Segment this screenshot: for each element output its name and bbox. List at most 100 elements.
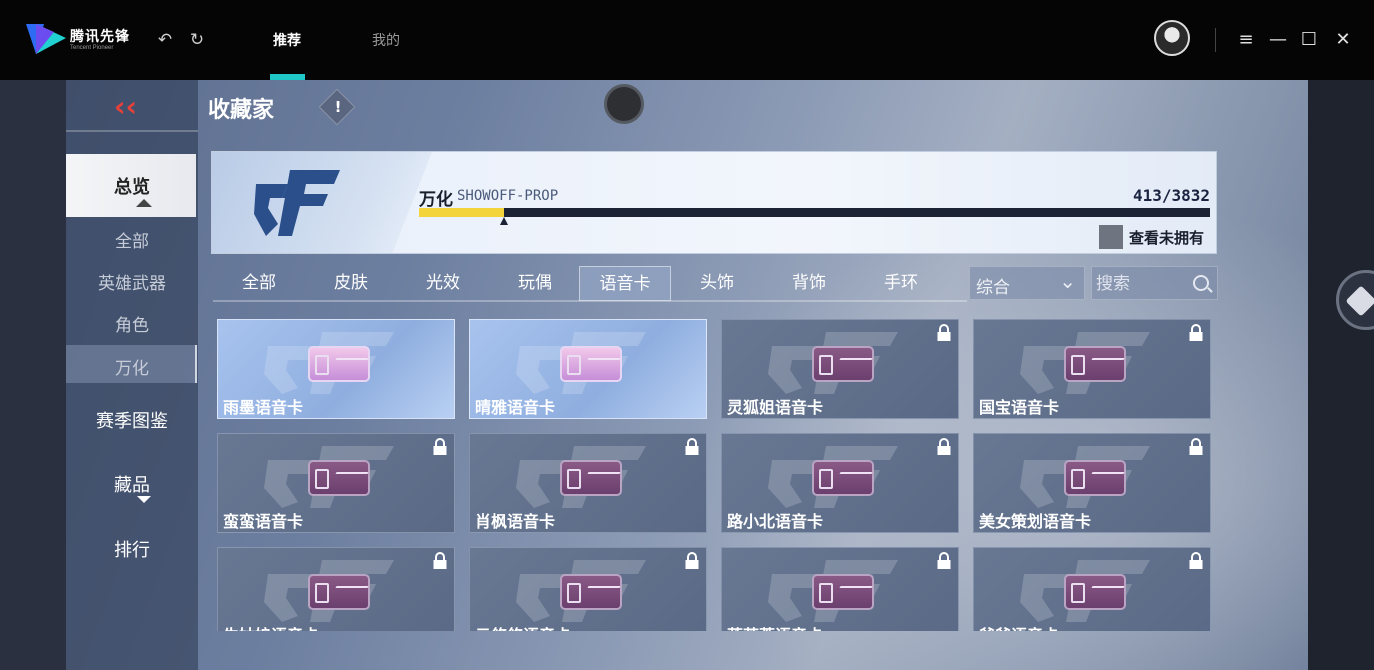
voice-card[interactable]: 蛮蛮语音卡 bbox=[217, 433, 455, 533]
tab-mine[interactable]: 我的 bbox=[372, 30, 400, 50]
voice-card-name: 灵狐姐语音卡 bbox=[727, 398, 824, 417]
voice-card-name: 落芙蓉语音卡 bbox=[727, 622, 823, 631]
sidebar-item-all[interactable]: 全部 bbox=[66, 227, 198, 252]
tab-recommend[interactable]: 推荐 bbox=[273, 30, 301, 50]
filter-voice-cards[interactable]: 语音卡 bbox=[579, 266, 671, 301]
collection-count: 413/3832 bbox=[1132, 186, 1210, 205]
voice-card-icon bbox=[1064, 574, 1126, 610]
voice-card[interactable]: 落芙蓉语音卡 bbox=[721, 547, 959, 631]
progress-fill bbox=[419, 208, 505, 217]
banner-category-name: 万化 bbox=[419, 190, 453, 210]
back-icon[interactable]: ↶ bbox=[153, 28, 177, 52]
voice-card-name: 肖枫语音卡 bbox=[475, 512, 556, 531]
voice-card-name: 晴雅语音卡 bbox=[475, 398, 556, 417]
voice-card[interactable]: 牛姑娘语音卡 bbox=[217, 547, 455, 631]
refresh-icon[interactable]: ↻ bbox=[185, 28, 209, 52]
show-unowned-checkbox[interactable] bbox=[1099, 225, 1123, 249]
lock-icon bbox=[685, 552, 699, 569]
sidebar-item-hero-weapons[interactable]: 英雄武器 bbox=[66, 269, 198, 294]
voice-card-icon bbox=[560, 346, 622, 382]
sidebar-item-overview[interactable]: 总览 bbox=[66, 173, 198, 199]
info-mark: ! bbox=[334, 98, 342, 116]
sort-label: 综合 bbox=[976, 278, 1010, 298]
filter-dolls[interactable]: 玩偶 bbox=[489, 266, 581, 301]
brand-sub: Tencent Pioneer bbox=[70, 45, 114, 51]
show-unowned-label[interactable]: 查看未拥有 bbox=[1129, 227, 1204, 248]
lock-icon bbox=[1189, 438, 1203, 455]
voice-card-icon bbox=[308, 346, 370, 382]
voice-card-icon bbox=[812, 460, 874, 496]
voice-card[interactable]: 晴雅语音卡 bbox=[469, 319, 707, 419]
filter-headwear[interactable]: 头饰 bbox=[671, 266, 763, 301]
voice-card-icon bbox=[812, 346, 874, 382]
progress-marker bbox=[500, 217, 509, 225]
sidebar-divider bbox=[66, 130, 198, 132]
voice-card-icon bbox=[308, 574, 370, 610]
voice-card-icon bbox=[560, 460, 622, 496]
maximize-icon[interactable]: ☐ bbox=[1297, 28, 1321, 52]
brand-name: 腾讯先锋 bbox=[70, 29, 130, 45]
voice-card[interactable]: 云悠悠语音卡 bbox=[469, 547, 707, 631]
sidebar-item-season-gallery[interactable]: 赛季图鉴 bbox=[66, 407, 198, 433]
filter-effects[interactable]: 光效 bbox=[397, 266, 489, 301]
sidebar-item-ranking[interactable]: 排行 bbox=[66, 536, 198, 562]
voice-card[interactable]: 雨墨语音卡 bbox=[217, 319, 455, 419]
close-icon[interactable]: ✕ bbox=[1331, 28, 1355, 52]
user-avatar[interactable] bbox=[1154, 20, 1190, 56]
menu-icon[interactable]: ≡ bbox=[1234, 28, 1258, 52]
divider bbox=[1215, 28, 1216, 52]
chevron-down-icon: ⌄ bbox=[1059, 269, 1076, 293]
letterbox-right bbox=[1308, 80, 1374, 670]
voice-card[interactable]: 美女策划语音卡 bbox=[973, 433, 1211, 533]
lock-icon bbox=[433, 438, 447, 455]
sort-dropdown[interactable]: 综合 ⌄ bbox=[969, 266, 1085, 300]
search-input[interactable] bbox=[1096, 271, 1188, 297]
lock-icon bbox=[937, 552, 951, 569]
game-back-icon[interactable]: ‹‹ bbox=[114, 92, 148, 122]
tencent-pioneer-logo bbox=[26, 24, 66, 54]
voice-card-icon bbox=[1064, 346, 1126, 382]
filter-backwear[interactable]: 背饰 bbox=[763, 266, 855, 301]
voice-card-name: 路小北语音卡 bbox=[727, 512, 824, 531]
filter-bracelets[interactable]: 手环 bbox=[855, 266, 947, 301]
filter-all[interactable]: 全部 bbox=[213, 266, 305, 301]
voice-card-name: 爷爷语音卡 bbox=[979, 622, 1059, 631]
voice-card-name: 国宝语音卡 bbox=[979, 398, 1060, 417]
letterbox-left bbox=[0, 80, 66, 670]
search-box bbox=[1091, 266, 1218, 300]
voice-card[interactable]: 肖枫语音卡 bbox=[469, 433, 707, 533]
lock-icon bbox=[433, 552, 447, 569]
voice-card-name: 云悠悠语音卡 bbox=[475, 622, 571, 631]
voice-card[interactable]: 国宝语音卡 bbox=[973, 319, 1211, 419]
lock-icon bbox=[1189, 552, 1203, 569]
voice-card-icon bbox=[1064, 460, 1126, 496]
search-icon[interactable] bbox=[1193, 275, 1209, 291]
lock-icon bbox=[1189, 324, 1203, 341]
voice-card[interactable]: 路小北语音卡 bbox=[721, 433, 959, 533]
voice-card-icon bbox=[560, 574, 622, 610]
lock-icon bbox=[937, 324, 951, 341]
voice-card[interactable]: 爷爷语音卡 bbox=[973, 547, 1211, 631]
filter-tabs: 全部 皮肤 光效 玩偶 语音卡 头饰 背饰 手环 bbox=[213, 266, 967, 302]
game-sidebar: ‹‹ 总览 全部 英雄武器 角色 万化 赛季图鉴 藏品 排行 bbox=[66, 80, 198, 670]
voice-card-name: 美女策划语音卡 bbox=[979, 512, 1092, 531]
voice-card-icon bbox=[812, 574, 874, 610]
lock-icon bbox=[937, 438, 951, 455]
collection-progress-bar bbox=[419, 208, 1210, 225]
lock-icon bbox=[685, 438, 699, 455]
page-title: 收藏家 bbox=[208, 98, 275, 123]
filter-skins[interactable]: 皮肤 bbox=[305, 266, 397, 301]
record-button[interactable] bbox=[604, 84, 644, 124]
crossfire-logo-icon bbox=[254, 170, 340, 236]
voice-card-name: 雨墨语音卡 bbox=[223, 398, 304, 417]
sidebar-item-collection[interactable]: 藏品 bbox=[66, 471, 198, 497]
sidebar-item-characters[interactable]: 角色 bbox=[66, 311, 198, 336]
game-screen: ‹‹ 总览 全部 英雄武器 角色 万化 赛季图鉴 藏品 排行 收藏家 ! 万化 … bbox=[66, 80, 1308, 670]
minimize-icon[interactable]: — bbox=[1266, 28, 1290, 52]
collection-banner: 万化 SHOWOFF-PROP 413/3832 查看未拥有 bbox=[211, 151, 1217, 254]
voice-card[interactable]: 灵狐姐语音卡 bbox=[721, 319, 959, 419]
app-titlebar: 腾讯先锋 Tencent Pioneer ↶ ↻ 推荐 我的 ≡ — ☐ ✕ bbox=[0, 0, 1374, 80]
collapse-up-icon bbox=[136, 199, 152, 207]
sidebar-item-wanhua[interactable]: 万化 bbox=[66, 354, 198, 379]
expand-down-icon bbox=[137, 496, 151, 503]
